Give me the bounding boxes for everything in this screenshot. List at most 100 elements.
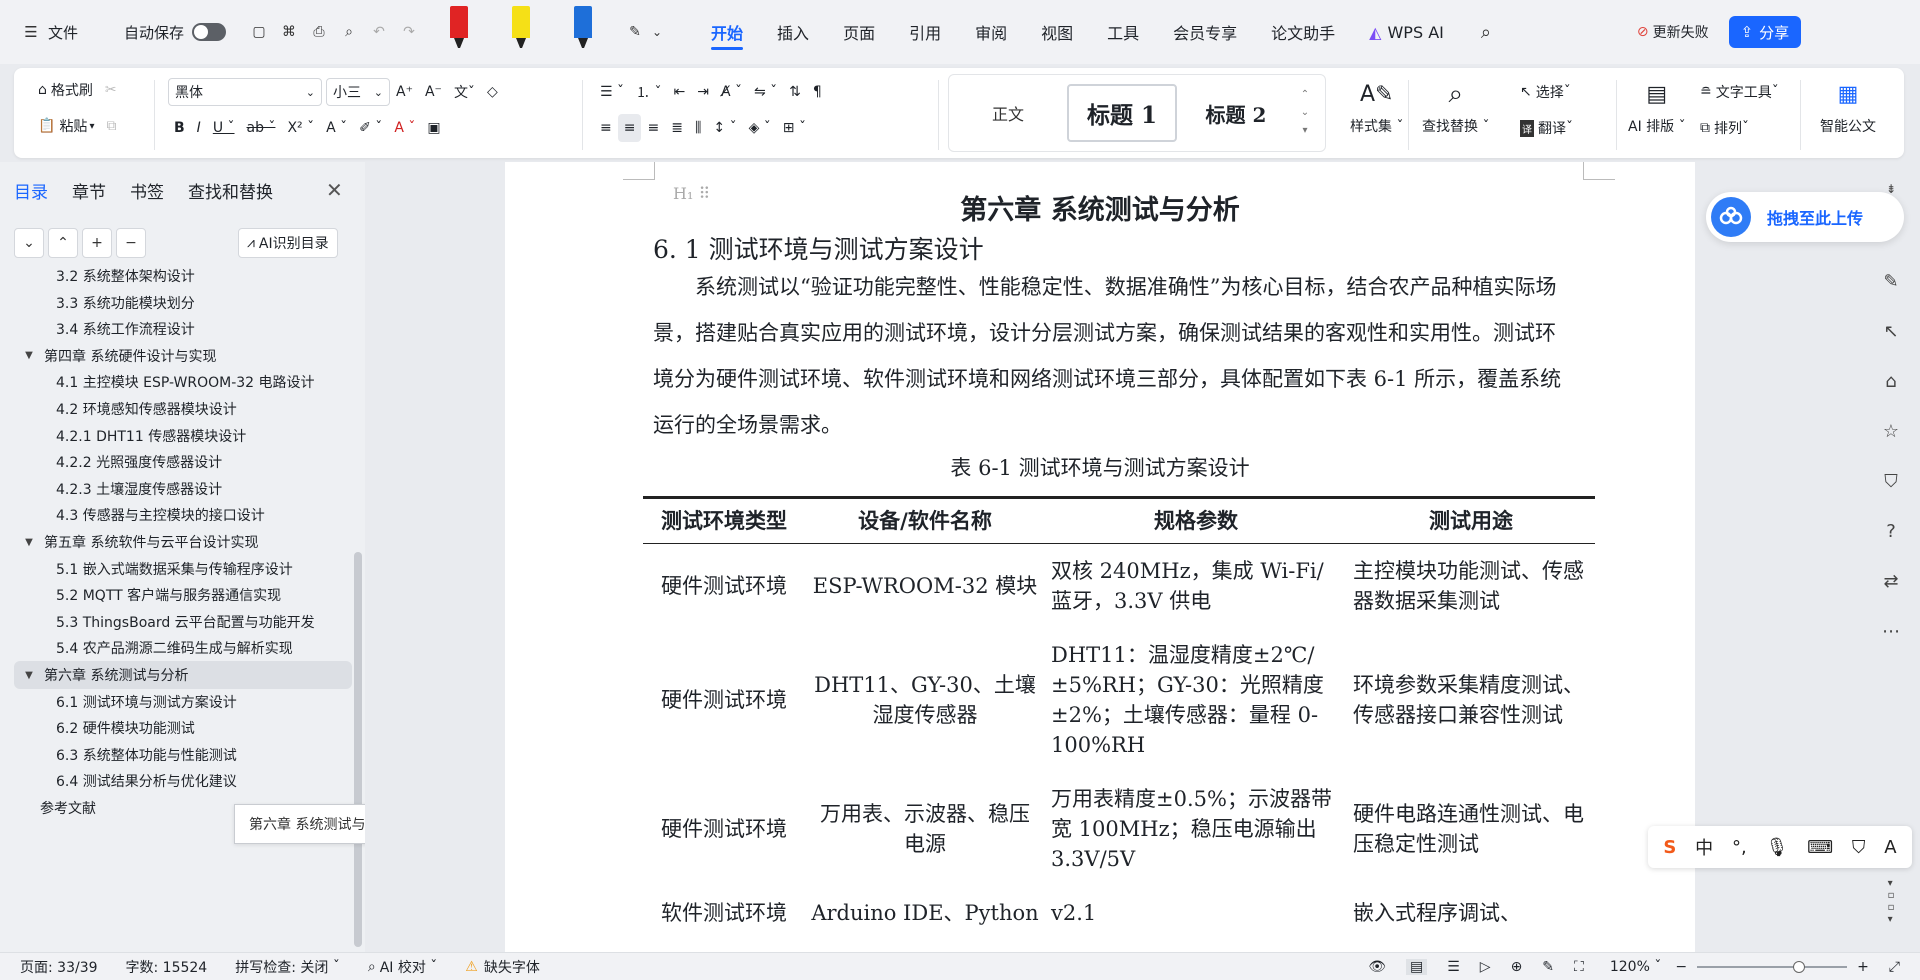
toc-item[interactable]: 6.3 系统整体功能与性能测试: [14, 741, 352, 769]
style-heading-1[interactable]: 标题 1: [1067, 84, 1177, 142]
increase-indent-icon[interactable]: ⇥: [691, 78, 715, 106]
font-name-select[interactable]: 黑体 ⌄: [168, 78, 322, 106]
format-painter-button[interactable]: ⌂ 格式刷: [32, 76, 99, 104]
toc-item[interactable]: 6.2 硬件模块功能测试: [14, 714, 352, 742]
yellow-pen-icon[interactable]: [508, 6, 534, 58]
fit-icon[interactable]: ⛶: [1574, 959, 1584, 975]
share-link-icon[interactable]: ⌘: [278, 21, 300, 43]
phonetic-icon[interactable]: 文ˇ: [448, 78, 481, 106]
line-spacing-icon[interactable]: ↕ ˇ: [707, 114, 742, 142]
tab-view[interactable]: 视图: [1024, 0, 1090, 64]
ai-layout-button[interactable]: ▤ AI 排版 ˇ: [1628, 78, 1686, 136]
tab-toc[interactable]: 目录: [14, 178, 48, 203]
select-pointer-icon[interactable]: ↖: [1876, 316, 1906, 346]
char-border-icon[interactable]: ▣: [421, 114, 446, 142]
missing-font[interactable]: ⚠ 缺失字体: [465, 957, 540, 977]
zoom-level[interactable]: 120% ˇ: [1610, 959, 1661, 975]
paste-button[interactable]: 📋 粘贴 ▾: [32, 112, 100, 140]
zoom-slider[interactable]: [1697, 960, 1848, 973]
star-icon[interactable]: ☆: [1876, 416, 1906, 446]
zoom-out-icon[interactable]: −: [1675, 959, 1687, 975]
share-button[interactable]: ⇪ 分享: [1728, 16, 1802, 48]
text-effect-icon[interactable]: A ˇ: [320, 114, 353, 142]
smart-doc-button[interactable]: ▦ 智能公文: [1820, 78, 1876, 136]
undo-icon[interactable]: ↶: [368, 21, 390, 43]
bullet-list-icon[interactable]: ☰ ˇ: [594, 78, 630, 106]
borders-icon[interactable]: ⊞ ˇ: [777, 114, 812, 142]
text-direction-icon[interactable]: ⇋ ˇ: [748, 78, 783, 106]
highlighter-icon[interactable]: ✎: [624, 21, 646, 43]
align-right-icon[interactable]: ≡: [641, 114, 665, 142]
chinese-layout-icon[interactable]: A̸ ˇ: [715, 78, 748, 106]
blue-pen-icon[interactable]: [570, 6, 596, 58]
toc-item[interactable]: 5.3 ThingsBoard 云平台配置与功能开发: [14, 608, 352, 636]
shirt-icon[interactable]: ⛉: [1876, 466, 1906, 496]
autosave-toggle[interactable]: 自动保存: [118, 16, 232, 48]
superscript-icon[interactable]: X² ˇ: [281, 114, 320, 142]
font-size-select[interactable]: 小三 ⌄: [326, 78, 390, 106]
tab-sections[interactable]: 章节: [72, 178, 106, 203]
grow-font-icon[interactable]: A⁺: [390, 78, 419, 106]
strikethrough-icon[interactable]: ab ˇ: [241, 114, 282, 142]
toggle-switch[interactable]: [192, 23, 227, 41]
tab-member[interactable]: 会员专享: [1156, 0, 1254, 64]
underline-icon[interactable]: U ˇ: [207, 114, 241, 142]
sogou-logo-icon[interactable]: S: [1663, 837, 1676, 858]
tab-references[interactable]: 引用: [892, 0, 958, 64]
page-view-icon[interactable]: ▤: [1405, 958, 1428, 975]
close-icon[interactable]: ✕: [326, 178, 343, 202]
shading-icon[interactable]: ◈ ˇ: [743, 114, 777, 142]
tab-home[interactable]: 开始: [694, 0, 760, 64]
copy-icon[interactable]: ⧉: [100, 112, 122, 140]
style-normal[interactable]: 正文: [949, 84, 1067, 142]
eye-icon[interactable]: 👁: [1368, 959, 1386, 975]
page-count[interactable]: 页面: 33/39: [20, 957, 98, 977]
expand-caret-icon[interactable]: ▼: [22, 670, 36, 681]
numbered-list-icon[interactable]: ⒈ ˇ: [630, 78, 667, 106]
justify-icon[interactable]: ≣: [665, 114, 689, 142]
pen-mode-icon[interactable]: ✎: [1542, 959, 1554, 975]
shrink-font-icon[interactable]: A⁻: [419, 78, 448, 106]
add-icon[interactable]: +: [82, 228, 112, 258]
web-view-icon[interactable]: ⊕: [1511, 959, 1523, 975]
tab-wps-ai[interactable]: ◭ WPS AI: [1352, 0, 1461, 64]
highlight-color-icon[interactable]: ✐ ˇ: [353, 114, 388, 142]
translate-rail-icon[interactable]: ⇄: [1876, 566, 1906, 596]
align-left-icon[interactable]: ≡: [594, 114, 618, 142]
font-color-icon[interactable]: A ˇ: [388, 114, 421, 142]
red-pen-icon[interactable]: [446, 6, 472, 58]
redo-icon[interactable]: ↷: [398, 21, 420, 43]
style-set-button[interactable]: A✎ 样式集 ˇ: [1350, 78, 1403, 136]
style-scroll-icon[interactable]: ⌃ ⌄ ▾: [1295, 86, 1315, 140]
cut-icon[interactable]: ✂: [99, 76, 123, 104]
skin-icon[interactable]: ⛉: [1852, 837, 1866, 858]
toc-item[interactable]: 5.2 MQTT 客户端与服务器通信实现: [14, 581, 352, 609]
toc-item[interactable]: ▼ 第六章 系统测试与分析: [14, 661, 352, 689]
bold-icon[interactable]: B: [168, 114, 191, 142]
clear-format-icon[interactable]: ◇: [481, 78, 504, 106]
nav-scrollbar[interactable]: [354, 552, 362, 947]
spell-check[interactable]: 拼写检查: 关闭 ˇ: [235, 957, 340, 977]
toc-item[interactable]: ▼ 第五章 系统软件与云平台设计实现: [14, 528, 352, 556]
ai-check[interactable]: ⌕ AI 校对 ˇ: [368, 957, 437, 977]
toc-item[interactable]: 3.2 系统整体架构设计: [14, 262, 352, 290]
upload-drop-target[interactable]: 拖拽至此上传: [1706, 192, 1904, 242]
document-page[interactable]: H₁ ⠿ 第六章 系统测试与分析 6. 1 测试环境与测试方案设计 系统测试以“…: [505, 162, 1695, 952]
show-marks-icon[interactable]: ¶: [807, 78, 828, 106]
print-icon[interactable]: ⎙: [308, 21, 330, 43]
tab-insert[interactable]: 插入: [760, 0, 826, 64]
toc-item[interactable]: 3.4 系统工作流程设计: [14, 315, 352, 343]
translate-button[interactable]: 译 翻译 ˇ: [1514, 114, 1579, 142]
select-button[interactable]: ↖ 选择 ˇ: [1514, 78, 1577, 106]
ai-toc-button[interactable]: ⩘ AI识别目录: [238, 228, 338, 258]
toc-item[interactable]: 3.3 系统功能模块划分: [14, 289, 352, 317]
text-tools-button[interactable]: ≘ 文字工具 ˇ: [1694, 78, 1785, 106]
sort-icon[interactable]: ⇅: [783, 78, 807, 106]
keyboard-icon[interactable]: ⌨: [1807, 837, 1833, 858]
toc-item[interactable]: ▼ 第四章 系统硬件设计与实现: [14, 342, 352, 370]
expand-caret-icon[interactable]: ▼: [22, 537, 36, 548]
tab-bookmarks[interactable]: 书签: [130, 178, 164, 203]
file-menu[interactable]: ☰ 文件: [14, 16, 84, 48]
camera-icon[interactable]: ⌂: [1876, 366, 1906, 396]
punctuation-icon[interactable]: °,: [1732, 837, 1747, 858]
